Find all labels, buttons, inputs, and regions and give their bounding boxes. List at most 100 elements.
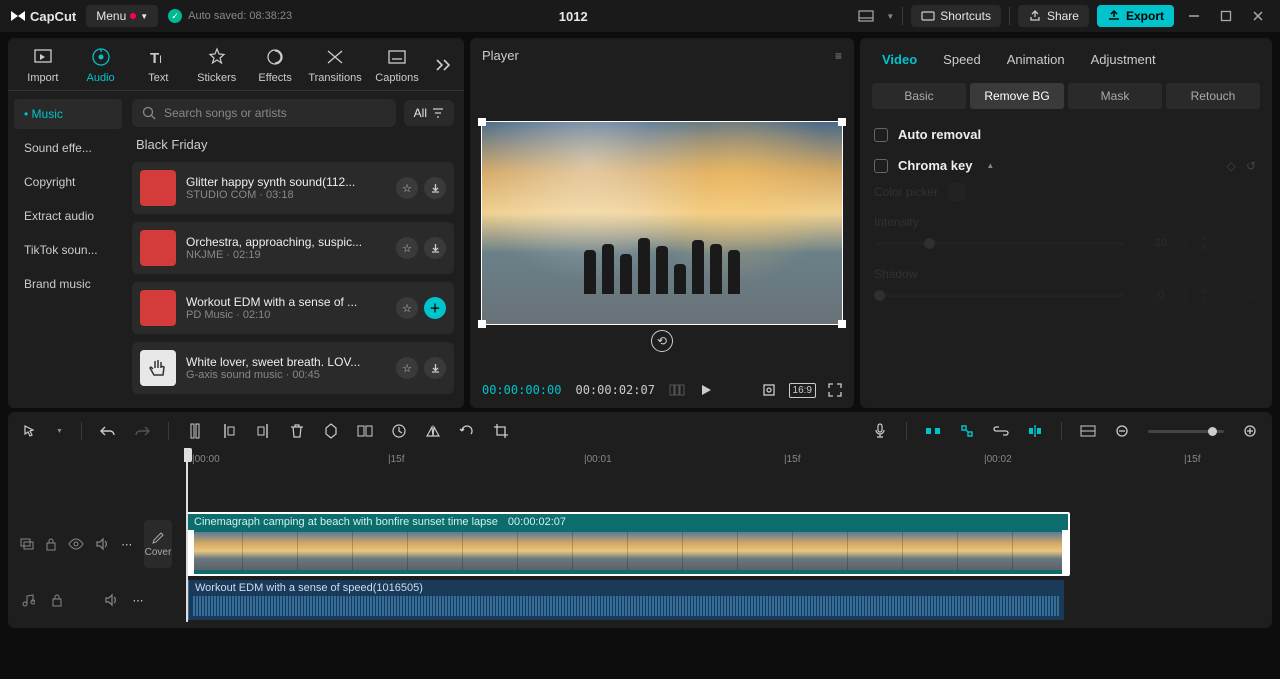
maximize-button[interactable] [1214,4,1238,28]
subtab-basic[interactable]: Basic [872,83,966,109]
play-button[interactable] [699,383,713,397]
chevron-up-icon[interactable]: ▲ [986,161,994,170]
reset-transform-icon[interactable]: ⟲ [651,330,673,352]
stepper-down[interactable]: ▼ [1198,296,1210,304]
tabs-more-button[interactable] [430,54,456,76]
download-button[interactable] [424,237,446,259]
close-button[interactable] [1246,4,1270,28]
reset-icon[interactable]: ↺ [1244,159,1258,173]
more-icon[interactable]: ⋯ [130,592,146,608]
reset-icon[interactable]: ↺ [1244,236,1258,250]
rotate-button[interactable] [459,423,475,439]
snap-button[interactable] [959,423,975,439]
search-input[interactable]: Search songs or artists [132,99,396,127]
stepper-down[interactable]: ▼ [1198,244,1210,252]
favorite-button[interactable]: ☆ [396,177,418,199]
timeline-tracks[interactable]: |00:00 |15f |00:01 |15f |00:02 |15f Cine… [184,448,1272,622]
more-icon[interactable]: ⋯ [120,536,132,552]
subtab-mask[interactable]: Mask [1068,83,1162,109]
tab-text[interactable]: TIText [131,44,185,86]
mirror-button[interactable] [425,423,441,439]
track-item[interactable]: White lover, sweet breath. LOV...G-axis … [132,342,454,394]
mute-icon[interactable] [103,592,119,608]
group-button[interactable] [357,423,373,439]
resize-handle-tr[interactable] [838,118,846,126]
redo-button[interactable] [134,423,150,439]
cover-button[interactable]: Cover [144,520,172,568]
magnet-button[interactable] [925,423,941,439]
sidebar-item-sound-effects[interactable]: Sound effe... [14,133,122,163]
subtab-retouch[interactable]: Retouch [1166,83,1260,109]
favorite-button[interactable]: ☆ [396,297,418,319]
chevron-down-icon[interactable]: ▼ [886,12,894,21]
track-item[interactable]: Glitter happy synth sound(112...STUDIO C… [132,162,454,214]
auto-removal-checkbox[interactable] [874,128,888,142]
crop-button[interactable] [493,423,509,439]
tab-effects[interactable]: Effects [248,44,302,86]
tab-import[interactable]: Import [16,44,70,86]
intensity-slider[interactable] [874,242,1124,245]
stepper-up[interactable]: ▲ [1198,287,1210,295]
zoom-out-button[interactable] [1114,423,1130,439]
sidebar-item-copyright[interactable]: Copyright [14,167,122,197]
tab-captions[interactable]: Captions [368,44,426,86]
marker-button[interactable] [323,423,339,439]
resize-handle-tl[interactable] [478,118,486,126]
shortcuts-button[interactable]: Shortcuts [911,5,1001,27]
lock-icon[interactable] [49,592,65,608]
tab-stickers[interactable]: Stickers [189,44,244,86]
intensity-value[interactable]: 20 [1134,233,1188,253]
favorite-button[interactable]: ☆ [396,357,418,379]
download-button[interactable] [424,357,446,379]
overlay-icon[interactable] [20,536,34,552]
timeline-ruler[interactable]: |00:00 |15f |00:01 |15f |00:02 |15f [184,448,1272,470]
resize-handle-br[interactable] [838,320,846,328]
tab-video[interactable]: Video [872,46,927,73]
aspect-ratio-button[interactable]: 16:9 [789,383,816,398]
crop-preview-button[interactable] [761,382,777,398]
delete-button[interactable] [289,423,305,439]
video-clip[interactable]: Cinemagraph camping at beach with bonfir… [186,512,1070,576]
track-options-button[interactable] [1080,423,1096,439]
link-button[interactable] [993,423,1009,439]
export-button[interactable]: Export [1097,5,1174,27]
sidebar-item-brand-music[interactable]: Brand music [14,269,122,299]
chevron-down-icon[interactable]: ▼ [56,428,63,435]
music-icon[interactable] [20,592,36,608]
share-button[interactable]: Share [1018,5,1089,27]
zoom-slider[interactable] [1148,430,1224,433]
selection-tool[interactable] [22,423,38,439]
keyframe-icon[interactable]: ◇ [1220,288,1234,302]
tab-transitions[interactable]: Transitions [306,44,364,86]
player-menu-icon[interactable]: ≡ [835,49,842,63]
shadow-slider[interactable] [874,294,1124,297]
playhead-handle[interactable] [184,448,192,462]
undo-button[interactable] [100,423,116,439]
speed-button[interactable] [391,423,407,439]
menu-button[interactable]: Menu ▼ [86,5,158,27]
shadow-value[interactable]: 0 [1134,285,1188,305]
lock-icon[interactable] [45,536,57,552]
split-button[interactable] [187,423,203,439]
fullscreen-button[interactable] [828,383,842,397]
sidebar-item-tiktok-sounds[interactable]: TikTok soun... [14,235,122,265]
compare-button[interactable] [669,383,685,397]
tab-speed[interactable]: Speed [933,46,991,73]
color-swatch[interactable] [948,183,966,201]
tab-adjustment[interactable]: Adjustment [1081,46,1166,73]
layout-button[interactable] [854,4,878,28]
subtab-remove-bg[interactable]: Remove BG [970,83,1064,109]
sidebar-item-music[interactable]: • Music [14,99,122,129]
preview-axis-button[interactable] [1027,423,1043,439]
filter-button[interactable]: All [404,100,454,126]
eye-icon[interactable] [68,536,84,552]
reset-icon[interactable]: ↺ [1244,288,1258,302]
favorite-button[interactable]: ☆ [396,237,418,259]
trim-left-button[interactable] [221,423,237,439]
track-item[interactable]: Orchestra, approaching, suspic...NKJME ·… [132,222,454,274]
tab-audio[interactable]: Audio [74,44,128,86]
keyframe-icon[interactable]: ◇ [1220,236,1234,250]
tab-animation[interactable]: Animation [997,46,1075,73]
zoom-in-button[interactable] [1242,423,1258,439]
track-item[interactable]: Workout EDM with a sense of ...PD Music … [132,282,454,334]
